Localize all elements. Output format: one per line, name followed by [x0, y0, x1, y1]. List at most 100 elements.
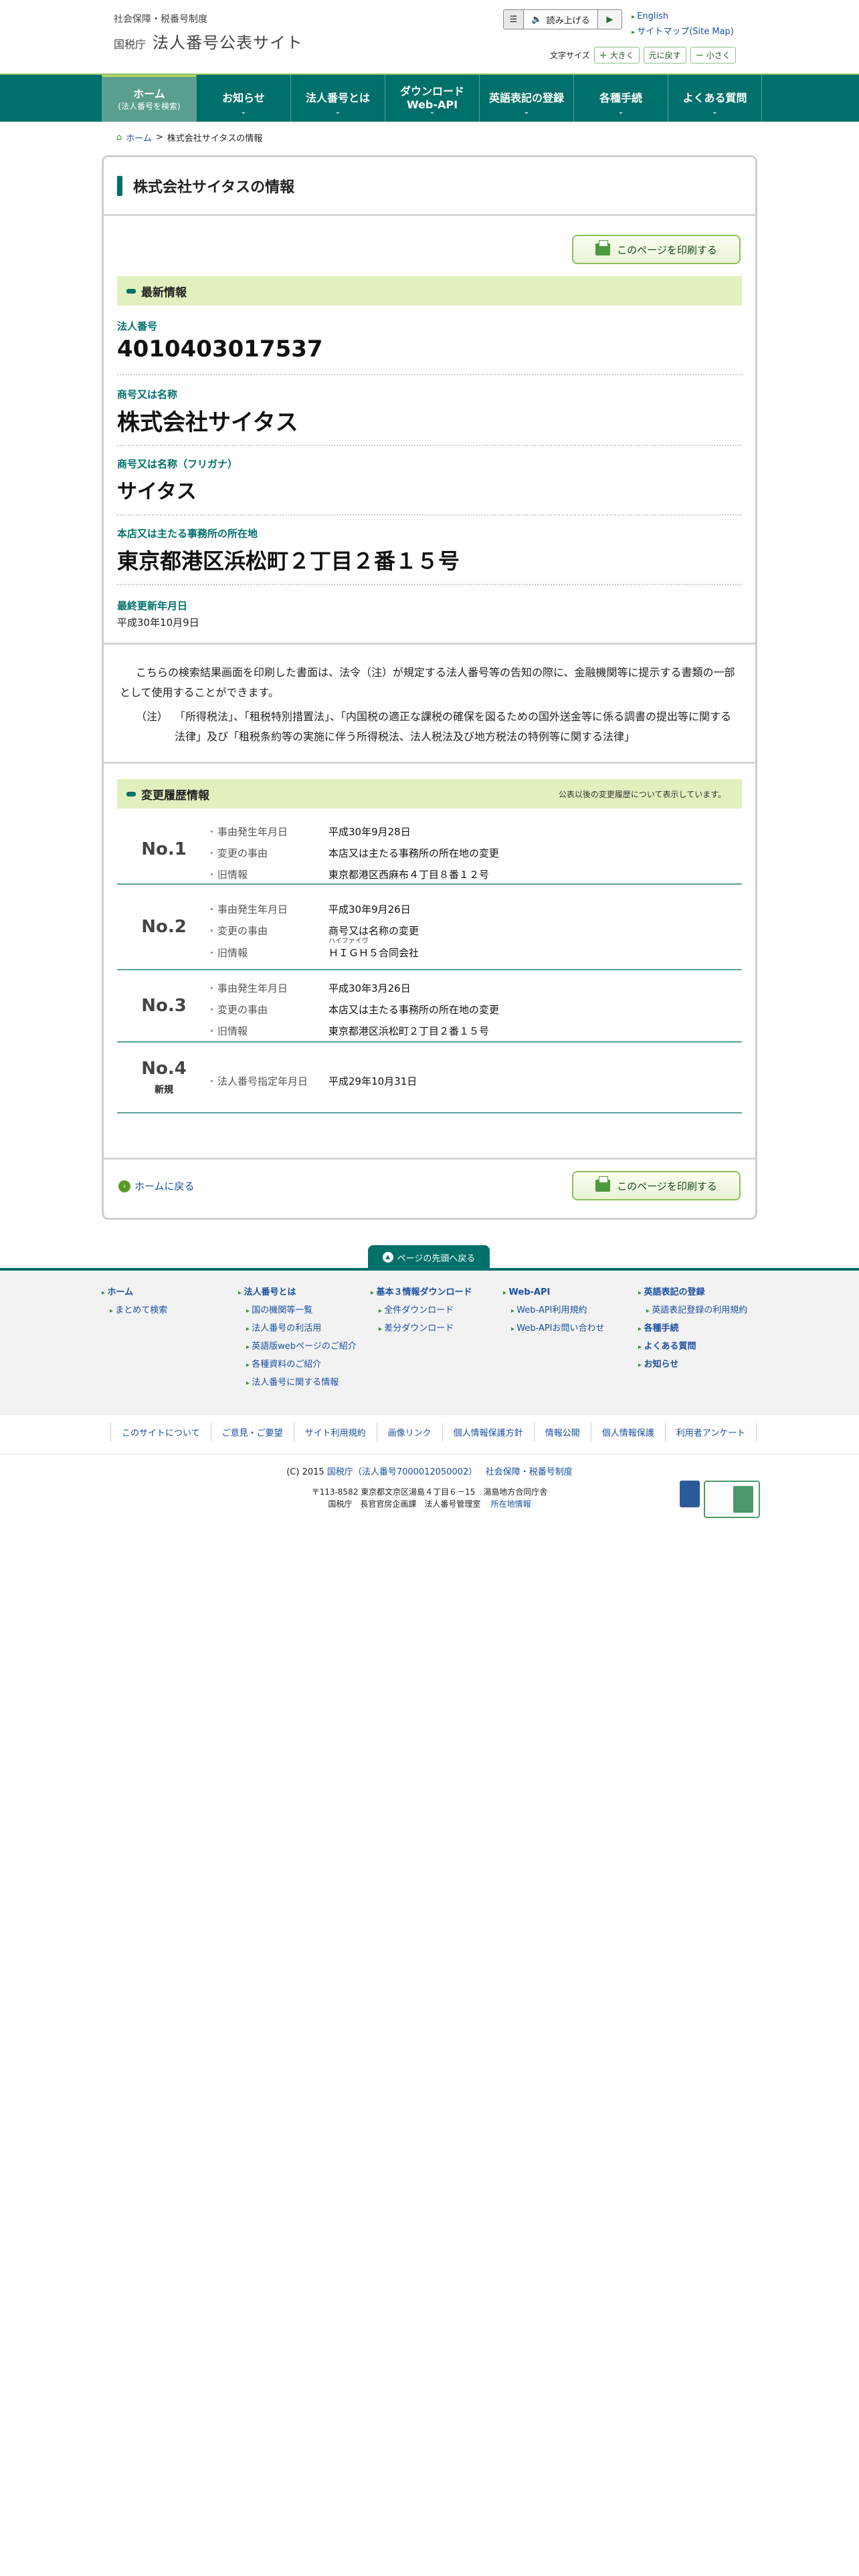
print-button-top[interactable]: このページを印刷する: [572, 235, 741, 264]
footer-bottom-link[interactable]: このサイトについて: [110, 1423, 211, 1441]
page-top-label: ページの先頭へ戻る: [397, 1253, 476, 1264]
logo-org: 社会保障・税番号制度: [114, 14, 207, 25]
footer-link[interactable]: 法人番号に関する情報: [252, 1378, 339, 1388]
back-home-link[interactable]: ‹ ホームに戻る: [118, 1179, 195, 1193]
history-entry: No.1 事由発生年月日平成30年9月28日 変更の事由本店又は主たる事務所の所…: [117, 815, 742, 885]
footer-col-home: ホーム まとめて検索: [102, 1284, 168, 1320]
footer-link[interactable]: まとめて検索: [115, 1305, 167, 1315]
footer-link[interactable]: 全件ダウンロード: [384, 1305, 454, 1315]
footer-link[interactable]: 各種資料のご紹介: [252, 1360, 321, 1370]
history-key: 旧情報: [207, 946, 328, 960]
history-value: 本店又は主たる事務所の所在地の変更: [328, 847, 500, 859]
chevron-down-icon: ⌄: [240, 108, 247, 116]
nav-home[interactable]: ホーム (法人番号を検索): [102, 75, 196, 122]
corp-name-value: 株式会社サイタス: [117, 409, 298, 436]
footer-bottom-link[interactable]: 個人情報保護方針: [442, 1423, 535, 1441]
footer-link[interactable]: 法人番号の利活用: [252, 1323, 321, 1333]
footer-link[interactable]: 各種手続: [644, 1323, 679, 1333]
home-icon: ⌂: [116, 132, 122, 142]
footer-link[interactable]: お知らせ: [644, 1360, 679, 1370]
sitemap-link[interactable]: サイトマップ(Site Map): [637, 27, 734, 37]
back-home-label: ホームに戻る: [134, 1180, 195, 1192]
address-link[interactable]: 所在地情報: [491, 1499, 531, 1509]
site-header: 社会保障・税番号制度 国税庁 法人番号公表サイト ☰ 🔈 読み上げる ▶ Eng…: [0, 0, 859, 74]
footer-bottom-link[interactable]: 個人情報保護: [590, 1423, 666, 1441]
history-line: 変更の事由本店又は主たる事務所の所在地の変更: [207, 995, 742, 1016]
history-line: 変更の事由商号又は名称の変更: [207, 916, 742, 938]
accessibility-badge-icon[interactable]: [680, 1481, 700, 1507]
footer-bottom-link[interactable]: 利用者アンケート: [664, 1423, 757, 1441]
history-key: 事由発生年月日: [207, 825, 328, 839]
play-icon[interactable]: ▶: [597, 10, 622, 29]
footer-link[interactable]: 英語表記登録の利用規約: [652, 1305, 747, 1315]
nav-label: ダウンロード: [399, 85, 464, 98]
breadcrumb-home[interactable]: ホーム: [126, 131, 152, 144]
history-value: 東京都港区西麻布４丁目８番１２号: [328, 869, 490, 881]
footer-bottom-link[interactable]: サイト利用規約: [293, 1423, 377, 1441]
corp-name-field: 商号又は名称 株式会社サイタス: [117, 387, 742, 446]
history-value: 平成29年10月31日: [328, 1075, 417, 1087]
footer-bottom-link[interactable]: ご意見・ご要望: [210, 1423, 294, 1441]
history-no: No.1: [141, 839, 187, 859]
footer-link[interactable]: 基本３情報ダウンロード: [377, 1287, 472, 1297]
font-reset-button[interactable]: 元に戻す: [643, 47, 686, 64]
notice-text: こちらの検索結果画面を印刷した書面は、法令（注）が規定する法人番号等の告知の際に…: [120, 666, 735, 699]
history-value: 東京都港区浜松町２丁目２番１５号: [328, 1025, 490, 1037]
nav-about[interactable]: 法人番号とは ⌄: [290, 75, 385, 122]
history-line: 旧情報東京都港区浜松町２丁目２番１５号: [207, 1016, 742, 1038]
history-value: ハイファイヴ ＨＩＧＨ５合同会社: [328, 938, 419, 960]
certification-badge-icon[interactable]: [704, 1481, 760, 1518]
history-value-text: ＨＩＧＨ５合同会社: [328, 946, 419, 959]
corp-kana-value: サイタス: [117, 480, 197, 504]
footer-link[interactable]: 国の機関等一覧: [252, 1305, 312, 1315]
notice-note: （注） 「所得税法」、「租税特別措置法」、「内国税の適正な課税の確保を図るための…: [120, 707, 739, 747]
footer-link[interactable]: 差分ダウンロード: [384, 1323, 454, 1333]
font-smaller-button[interactable]: －小さく: [690, 47, 736, 64]
history-heading-label: 変更履歴情報: [141, 788, 209, 802]
corp-address-label: 本店又は主たる事務所の所在地: [117, 528, 258, 540]
english-link[interactable]: English: [637, 11, 668, 21]
nav-procedures[interactable]: 各種手続 ⌄: [573, 75, 668, 122]
history-key: 旧情報: [207, 867, 328, 881]
site-logo[interactable]: 社会保障・税番号制度 国税庁 法人番号公表サイト: [114, 12, 303, 53]
footer-bottom-link[interactable]: 画像リンク: [376, 1423, 443, 1441]
nav-news[interactable]: お知らせ ⌄: [196, 75, 290, 122]
copyright: (C) 2015 国税庁（法人番号7000012050002） 社会保障・税番号…: [0, 1465, 859, 1477]
footer-bottom-link[interactable]: 情報公開: [533, 1423, 591, 1441]
history-key: 事由発生年月日: [207, 902, 328, 916]
nav-faq[interactable]: よくある質問 ⌄: [668, 75, 762, 122]
read-aloud-label: 読み上げる: [546, 15, 590, 26]
font-larger-button[interactable]: ＋大きく: [593, 47, 640, 64]
history-no: No.2: [141, 917, 187, 937]
corp-info-card: 株式会社サイタスの情報 このページを印刷する 最新情報 法人番号 4010403…: [102, 155, 757, 1220]
copyright-link[interactable]: 国税庁（法人番号7000012050002）: [327, 1467, 478, 1477]
footer-link[interactable]: 英語版webページのご紹介: [252, 1341, 357, 1352]
footer-link[interactable]: 法人番号とは: [244, 1287, 296, 1297]
logo-title: 法人番号公表サイト: [153, 33, 304, 52]
footer-link[interactable]: Web-API利用規約: [516, 1305, 587, 1315]
footer-link[interactable]: 英語表記の登録: [644, 1287, 705, 1297]
font-larger-label: 大きく: [609, 51, 634, 60]
print-notice: こちらの検索結果画面を印刷した書面は、法令（注）が規定する法人番号等の告知の際に…: [120, 663, 739, 747]
footer-link[interactable]: よくある質問: [644, 1341, 696, 1352]
page-title: 株式会社サイタスの情報: [133, 179, 295, 196]
history-line: 法人番号指定年月日平成29年10月31日: [207, 1067, 742, 1088]
footer-link[interactable]: Web-API: [509, 1287, 551, 1297]
copyright-link-2[interactable]: 社会保障・税番号制度: [486, 1467, 573, 1477]
corp-address-field: 本店又は主たる事務所の所在地 東京都港区浜松町２丁目２番１５号: [117, 526, 742, 585]
menu-icon[interactable]: ☰: [504, 10, 524, 29]
footer-link[interactable]: ホーム: [108, 1287, 134, 1297]
history-key: 変更の事由: [207, 846, 328, 860]
footer-col-english: 英語表記の登録 英語表記登録の利用規約 各種手続 よくある質問 お知らせ: [638, 1284, 748, 1374]
print-button-bottom[interactable]: このページを印刷する: [572, 1171, 741, 1200]
latest-heading-label: 最新情報: [141, 286, 187, 300]
nav-download[interactable]: ダウンロード Web-API ⌄: [385, 75, 479, 122]
font-size-controls: 文字サイズ ＋大きく 元に戻す －小さく: [550, 47, 736, 64]
nav-english[interactable]: 英語表記の登録 ⌄: [479, 75, 573, 122]
corp-address-value: 東京都港区浜松町２丁目２番１５号: [117, 548, 460, 574]
page-top-button[interactable]: ▲ ページの先頭へ戻る: [368, 1245, 490, 1269]
history-value: 平成30年9月28日: [328, 826, 411, 838]
corp-kana-label: 商号又は名称（フリガナ）: [117, 458, 238, 470]
footer-link[interactable]: Web-APIお問い合わせ: [516, 1323, 604, 1333]
read-aloud-button[interactable]: 🔈 読み上げる: [524, 10, 597, 29]
